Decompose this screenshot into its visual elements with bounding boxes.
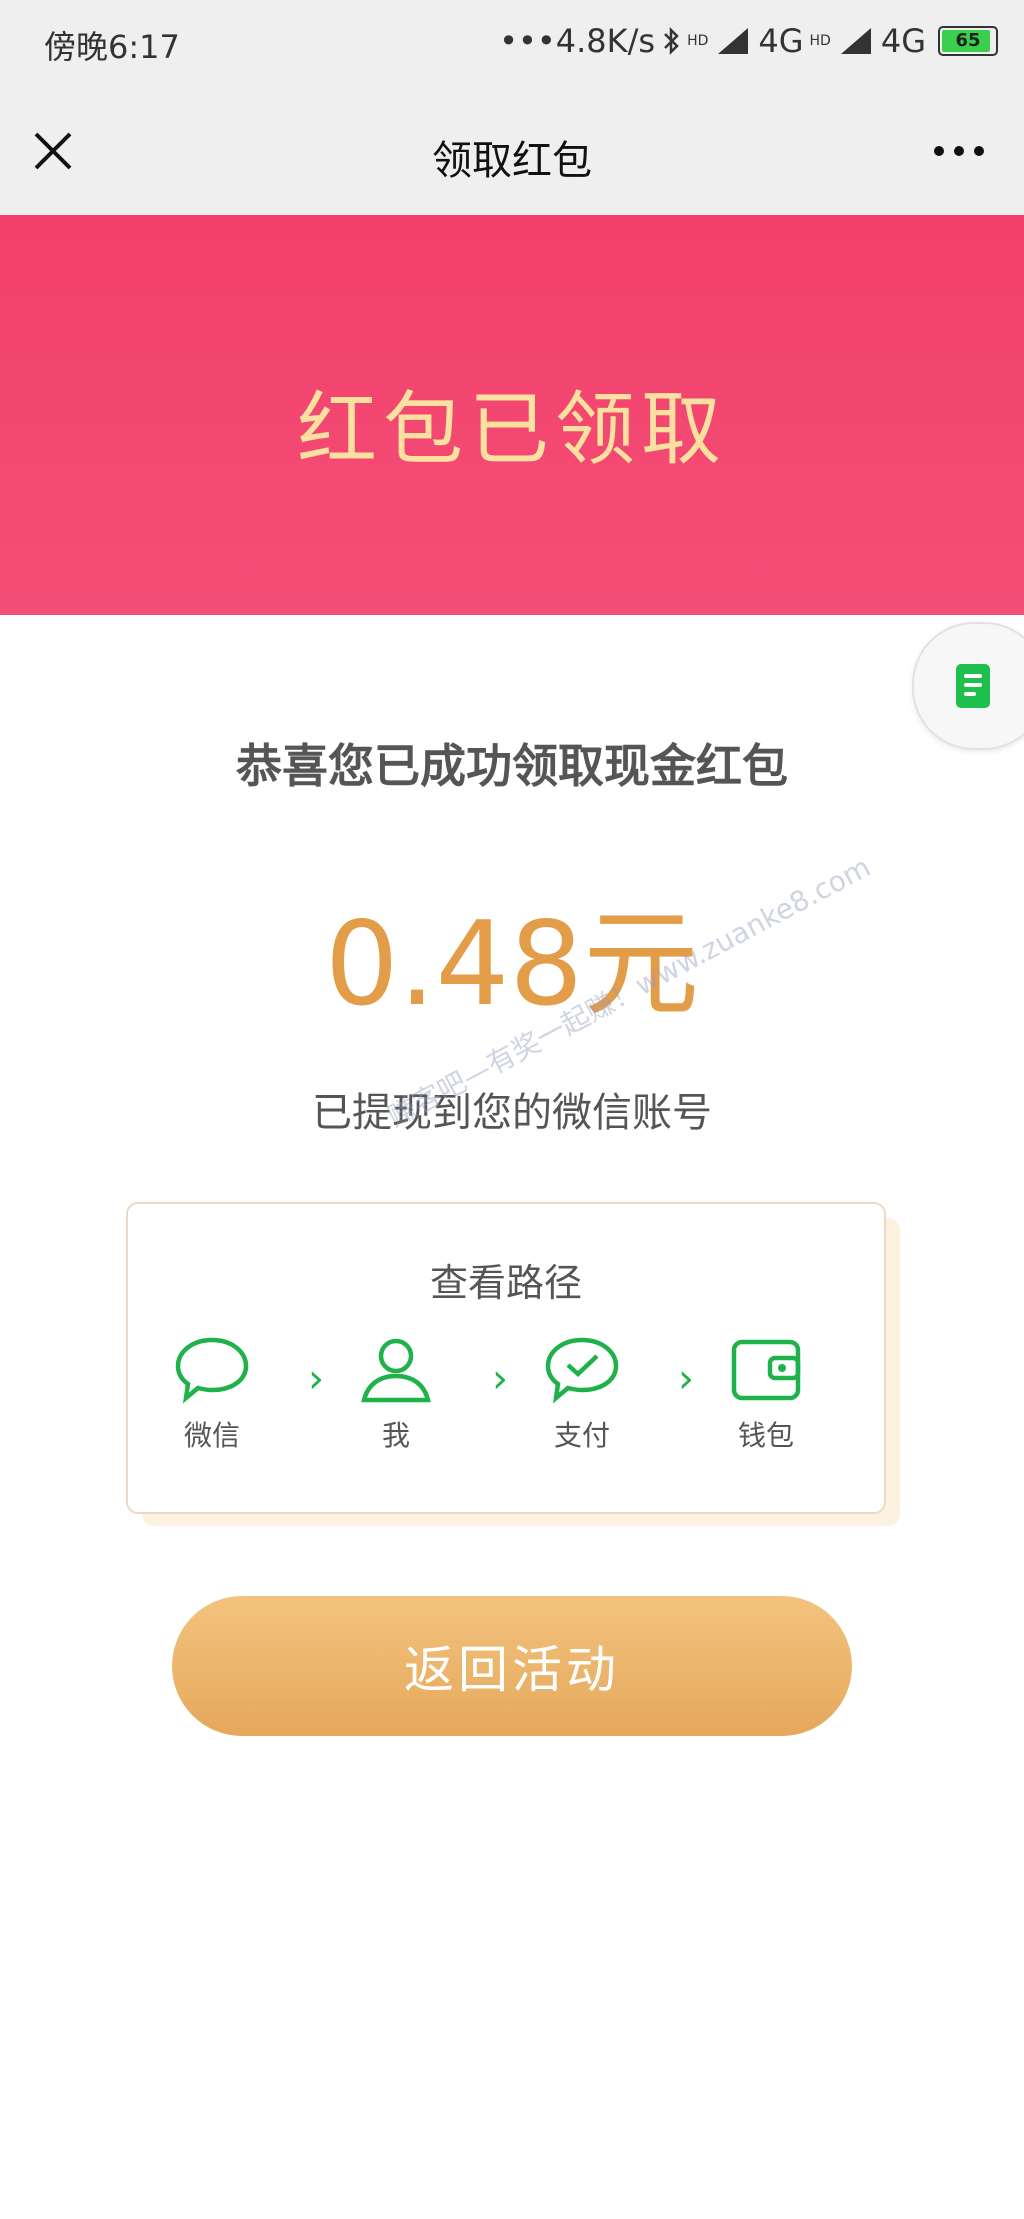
hd-label-2: HD [809, 33, 831, 49]
return-to-activity-button[interactable]: 返回活动 [172, 1596, 852, 1736]
wallet-icon [731, 1339, 801, 1401]
hd-label-1: HD [687, 33, 709, 49]
step-label: 支付 [553, 1419, 610, 1452]
header-banner: 红包已领取 [0, 215, 1024, 615]
path-card: 查看路径 微信 › 我 › 支付 › 钱包 [126, 1202, 886, 1514]
chat-bubble-icon [175, 1337, 249, 1404]
more-icon[interactable] [934, 146, 984, 156]
bluetooth-icon [664, 26, 679, 56]
banner-title: 红包已领取 [297, 383, 727, 476]
signal-icon-2 [840, 28, 871, 54]
network-type-1: 4G [758, 22, 804, 60]
congrats-text: 恭喜您已成功领取现金红包 [236, 739, 788, 793]
check-bubble-icon [545, 1337, 619, 1404]
network-speed: •••4.8K/s [499, 22, 656, 60]
amount-value: 0.48元 [324, 897, 700, 1032]
step-label: 钱包 [737, 1419, 794, 1452]
path-step-wallet: 钱包 [706, 1334, 826, 1454]
document-icon [956, 664, 990, 708]
person-icon [361, 1338, 431, 1403]
withdrawn-text: 已提现到您的微信账号 [312, 1090, 712, 1136]
status-icons: •••4.8K/s HD 4G HD 4G 65 [499, 22, 998, 60]
path-card-title: 查看路径 [429, 1261, 582, 1305]
step-label: 我 [381, 1419, 410, 1452]
status-time: 傍晚6:17 [44, 28, 180, 66]
battery-level: 65 [955, 30, 981, 51]
nav-bar: 领取红包 [0, 90, 1024, 215]
chevron-right-icon: › [492, 1356, 508, 1402]
network-type-2: 4G [880, 22, 926, 60]
step-label: 微信 [183, 1419, 240, 1452]
battery-icon: 65 [938, 26, 998, 56]
chevron-right-icon: › [308, 1356, 324, 1402]
page-title: 领取红包 [432, 138, 592, 184]
path-step-me: 我 [336, 1334, 456, 1454]
status-bar: 傍晚6:17 •••4.8K/s HD 4G HD 4G 65 [0, 0, 1024, 90]
chevron-right-icon: › [678, 1356, 694, 1402]
signal-icon-1 [718, 28, 749, 54]
path-step-wechat: 微信 [152, 1334, 272, 1454]
path-step-pay: 支付 [522, 1334, 642, 1454]
